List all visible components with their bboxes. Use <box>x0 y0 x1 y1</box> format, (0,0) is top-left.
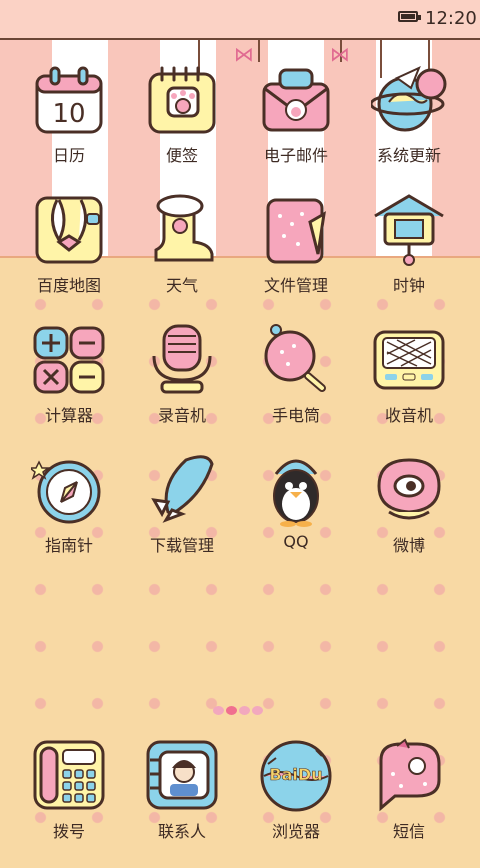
app-baidu-map[interactable]: 百度地图 <box>9 192 129 322</box>
app-label: 天气 <box>165 276 198 295</box>
status-bar: 12:20 <box>0 0 480 40</box>
app-clock[interactable]: 时钟 <box>349 192 469 322</box>
app-compass[interactable]: 指南针 <box>9 452 129 582</box>
app-label: 短信 <box>392 822 425 841</box>
mail-icon <box>262 68 330 132</box>
app-label: 下载管理 <box>149 536 214 555</box>
app-label: QQ <box>283 532 309 551</box>
battery-icon <box>398 11 421 22</box>
dock-contacts[interactable]: 联系人 <box>122 738 242 868</box>
radio-icon <box>373 330 445 390</box>
app-mail[interactable]: 电子邮件 <box>236 62 356 192</box>
app-download-manager[interactable]: 下载管理 <box>122 452 242 582</box>
phone-icon <box>33 740 105 810</box>
app-label: 拨号 <box>52 822 85 841</box>
app-weibo[interactable]: 微博 <box>349 452 469 582</box>
browser-badge: BaiDu <box>269 765 322 784</box>
weibo-icon <box>377 458 441 520</box>
hanging-string <box>258 38 260 62</box>
calculator-icon <box>33 326 105 394</box>
browser-icon: BaiDu <box>260 740 332 812</box>
contacts-icon <box>146 740 218 810</box>
app-label: 联系人 <box>157 822 206 841</box>
qq-penguin-icon <box>273 459 319 527</box>
app-label: 电子邮件 <box>263 146 328 165</box>
app-qq[interactable]: QQ <box>236 452 356 582</box>
app-calendar[interactable]: 10 日历 <box>9 62 129 192</box>
app-label: 百度地图 <box>36 276 101 295</box>
dock-phone[interactable]: 拨号 <box>9 738 129 868</box>
status-time: 12:20 <box>425 8 477 29</box>
globe-update-icon <box>371 66 447 132</box>
app-label: 微博 <box>392 536 425 555</box>
app-label: 文件管理 <box>263 276 328 295</box>
dock-messages[interactable]: 短信 <box>349 738 469 868</box>
map-icon <box>35 196 103 264</box>
app-label: 计算器 <box>44 406 93 425</box>
page-dot[interactable] <box>239 706 250 715</box>
app-flashlight[interactable]: 手电筒 <box>236 322 356 452</box>
app-label: 指南针 <box>44 536 93 555</box>
app-label: 日历 <box>52 146 85 165</box>
clock-house-icon <box>374 194 444 266</box>
app-calculator[interactable]: 计算器 <box>9 322 129 452</box>
page-dot-active[interactable] <box>226 706 237 715</box>
page-dot[interactable] <box>213 706 224 715</box>
message-mitten-icon <box>379 738 441 812</box>
weather-boot-icon <box>154 194 214 262</box>
page-dot[interactable] <box>252 706 263 715</box>
app-label: 时钟 <box>392 276 425 295</box>
app-label: 便签 <box>165 146 198 165</box>
microphone-icon <box>152 324 212 394</box>
app-radio[interactable]: 收音机 <box>349 322 469 452</box>
flashlight-icon <box>264 324 326 392</box>
folder-icon <box>266 198 326 264</box>
app-label: 系统更新 <box>376 146 441 165</box>
compass-icon <box>31 460 101 524</box>
download-rocket-icon <box>151 455 214 523</box>
app-label: 录音机 <box>157 406 206 425</box>
page-indicator[interactable] <box>212 700 272 715</box>
app-weather[interactable]: 天气 <box>122 192 242 322</box>
calendar-icon: 10 <box>35 66 103 134</box>
app-file-manager[interactable]: 文件管理 <box>236 192 356 322</box>
calendar-day: 10 <box>52 99 85 129</box>
app-system-update[interactable]: 系统更新 <box>349 62 469 192</box>
app-label: 手电筒 <box>271 406 320 425</box>
app-notes[interactable]: 便签 <box>122 62 242 192</box>
app-label: 收音机 <box>384 406 433 425</box>
notes-icon <box>148 66 216 134</box>
app-recorder[interactable]: 录音机 <box>122 322 242 452</box>
app-label: 浏览器 <box>271 822 320 841</box>
dock-browser[interactable]: BaiDu 浏览器 <box>236 738 356 868</box>
